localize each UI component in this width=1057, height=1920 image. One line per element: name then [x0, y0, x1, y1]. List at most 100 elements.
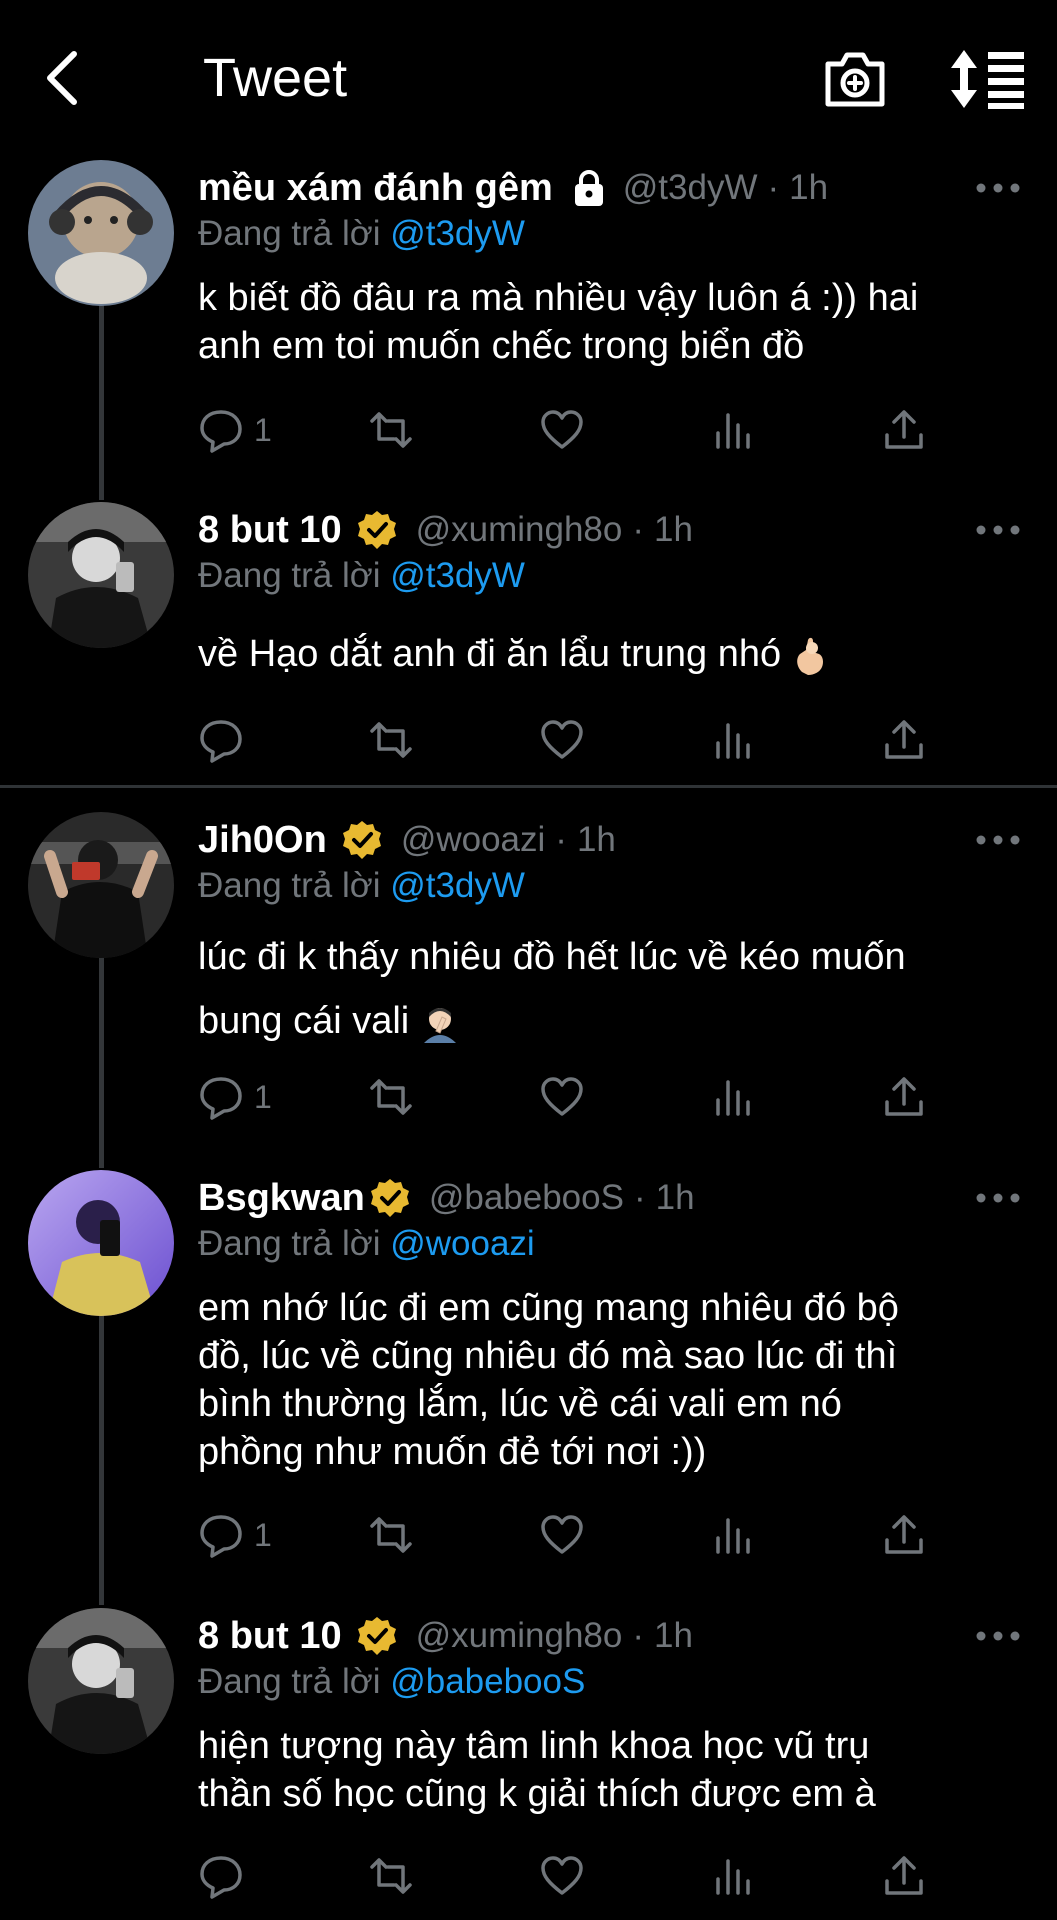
separator-dot: · — [632, 1616, 645, 1655]
timestamp[interactable]: 1h — [577, 820, 616, 860]
replying-to: Đang trả lời @babebooS — [198, 1662, 585, 1702]
timestamp[interactable]: 1h — [654, 1616, 693, 1656]
reply-icon — [200, 720, 242, 763]
avatar[interactable] — [28, 812, 174, 958]
views-icon — [716, 1518, 750, 1554]
retweet-icon — [370, 1858, 412, 1894]
more-options-icon[interactable] — [975, 176, 1021, 200]
lock-icon — [574, 170, 603, 206]
views-icon — [716, 1859, 750, 1895]
facepalm-emoji-icon — [423, 1007, 456, 1043]
reply-count: 1 — [254, 411, 272, 448]
tweet-header: Bsgkwan @babebooS · 1h — [198, 1173, 695, 1223]
replying-to-link[interactable]: @t3dyW — [390, 866, 525, 905]
share-icon — [885, 1515, 923, 1554]
replying-to-label: Đang trả lời — [198, 1662, 381, 1701]
tweet-text-line: k biết đồ đâu ra mà nhiều vậy luôn á :))… — [198, 277, 919, 319]
views-button[interactable] — [710, 710, 756, 770]
tweet-text: lúc đi k thấy nhiêu đồ hết lúc về kéo mu… — [198, 925, 1018, 1053]
handle[interactable]: @babebooS — [429, 1178, 624, 1218]
replying-to-link[interactable]: @t3dyW — [390, 214, 525, 253]
like-button[interactable] — [539, 400, 585, 460]
reply-button[interactable]: 1 — [198, 400, 272, 460]
avatar[interactable] — [28, 160, 174, 306]
retweet-button[interactable] — [368, 400, 414, 460]
share-button[interactable] — [881, 1846, 927, 1906]
handle[interactable]: @wooazi — [401, 820, 545, 860]
avatar[interactable] — [28, 502, 174, 648]
verified-badge-icon — [342, 821, 381, 859]
sort-button[interactable] — [950, 48, 1026, 110]
camera-button[interactable] — [822, 46, 888, 112]
reply-button[interactable] — [198, 710, 254, 770]
tweet-text-line: về Hạo dắt anh đi ăn lẩu trung nhó — [198, 630, 1018, 678]
handle[interactable]: @xumingh8o — [416, 1616, 623, 1656]
retweet-button[interactable] — [368, 1505, 414, 1565]
more-options-icon[interactable] — [975, 828, 1021, 852]
like-button[interactable] — [539, 1846, 585, 1906]
handle[interactable]: @t3dyW — [623, 168, 758, 208]
share-button[interactable] — [881, 400, 927, 460]
tweet-header: 8 but 10 @xumingh8o · 1h — [198, 505, 693, 555]
handle[interactable]: @xumingh8o — [416, 510, 623, 550]
retweet-button[interactable] — [368, 1067, 414, 1127]
retweet-button[interactable] — [368, 1846, 414, 1906]
like-button[interactable] — [539, 1505, 585, 1565]
views-button[interactable] — [710, 1505, 756, 1565]
thread-line — [99, 958, 104, 1168]
thread-line — [99, 1315, 104, 1605]
views-button[interactable] — [710, 1846, 756, 1906]
retweet-icon — [370, 1517, 412, 1553]
heart-icon — [541, 410, 583, 449]
share-button[interactable] — [881, 1067, 927, 1127]
replying-to-label: Đang trả lời — [198, 214, 381, 253]
display-name[interactable]: Bsgkwan — [198, 1177, 365, 1220]
reply-button[interactable]: 1 — [198, 1505, 272, 1565]
more-options-icon[interactable] — [975, 1186, 1021, 1210]
views-icon — [716, 723, 750, 759]
chevron-left-icon — [47, 51, 77, 105]
reply-button[interactable] — [198, 1846, 254, 1906]
heart-icon — [541, 1515, 583, 1554]
tweet-text-line: thần số học cũng k giải thích được em à — [198, 1773, 876, 1815]
tweet-actions: 1 — [198, 1067, 958, 1127]
display-name[interactable]: 8 but 10 — [198, 509, 342, 552]
views-button[interactable] — [710, 1067, 756, 1127]
more-options-icon[interactable] — [975, 518, 1021, 542]
avatar[interactable] — [28, 1170, 174, 1316]
tweet-text: em nhớ lúc đi em cũng mang nhiêu đó bộ đ… — [198, 1284, 1018, 1476]
replying-to: Đang trả lời @t3dyW — [198, 214, 525, 254]
display-name[interactable]: mều xám đánh gêm — [198, 167, 553, 210]
tweet-text-line: lúc đi k thấy nhiêu đồ hết lúc về kéo mu… — [198, 936, 906, 978]
reply-count: 1 — [254, 1516, 272, 1553]
avatar[interactable] — [28, 1608, 174, 1754]
like-button[interactable] — [539, 710, 585, 770]
hand-emoji-icon — [796, 637, 823, 675]
timestamp[interactable]: 1h — [789, 168, 828, 208]
tweet-text-line: bung cái vali — [198, 989, 1018, 1053]
more-options-icon[interactable] — [975, 1624, 1021, 1648]
tweet-header: mều xám đánh gêm @t3dyW · 1h — [198, 163, 828, 213]
replying-to-link[interactable]: @wooazi — [390, 1224, 534, 1263]
replying-to-link[interactable]: @babebooS — [390, 1662, 585, 1701]
share-button[interactable] — [881, 1505, 927, 1565]
heart-icon — [541, 1856, 583, 1895]
replying-to: Đang trả lời @wooazi — [198, 1224, 535, 1264]
retweet-button[interactable] — [368, 710, 414, 770]
verified-badge-icon — [357, 511, 396, 549]
thread-divider — [0, 785, 1057, 788]
top-bar: Tweet — [0, 0, 1057, 150]
reply-button[interactable]: 1 — [198, 1067, 272, 1127]
timestamp[interactable]: 1h — [656, 1178, 695, 1218]
like-button[interactable] — [539, 1067, 585, 1127]
separator-dot: · — [632, 510, 645, 549]
back-button[interactable] — [40, 48, 90, 108]
display-name[interactable]: Jih0On — [198, 819, 327, 862]
heart-icon — [541, 720, 583, 759]
display-name[interactable]: 8 but 10 — [198, 1615, 342, 1658]
share-button[interactable] — [881, 710, 927, 770]
timestamp[interactable]: 1h — [654, 510, 693, 550]
views-icon — [716, 1080, 750, 1116]
replying-to-link[interactable]: @t3dyW — [390, 556, 525, 595]
views-button[interactable] — [710, 400, 756, 460]
